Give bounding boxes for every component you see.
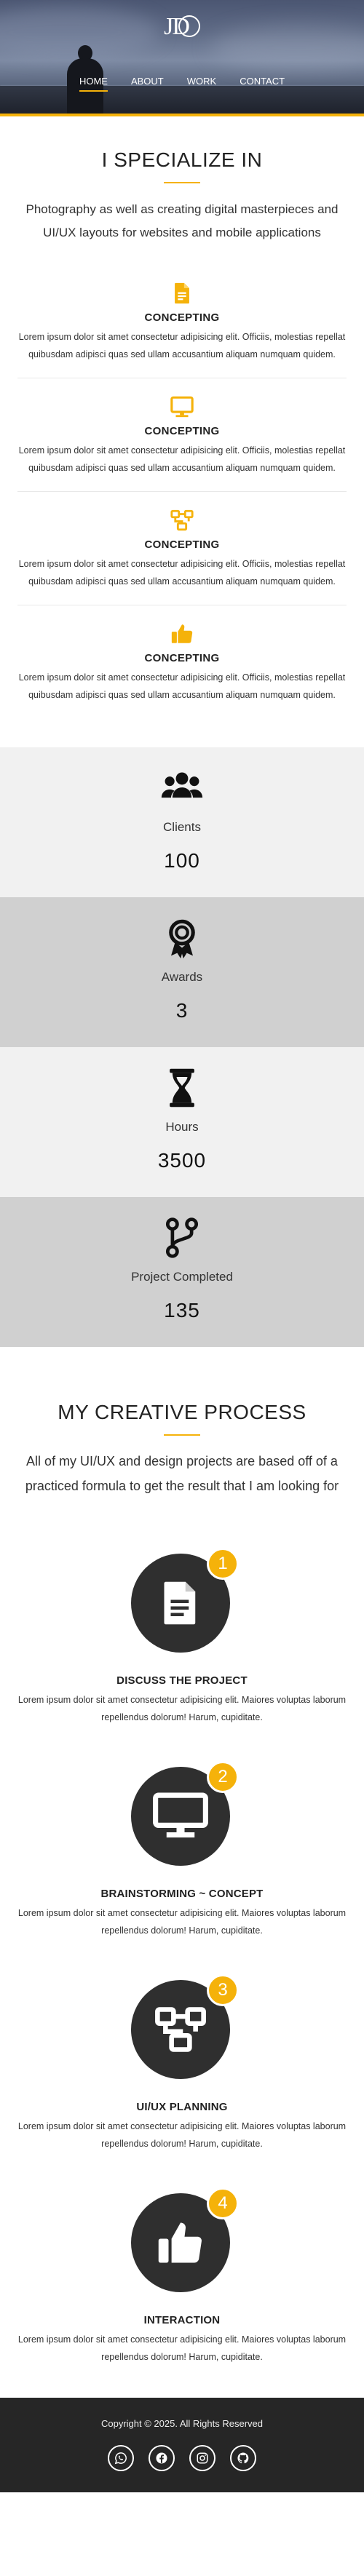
stat-block: Hours 3500 [0,1047,364,1197]
spec-title: CONCEPTING [144,311,220,324]
stat-block: Project Completed 135 [0,1197,364,1347]
monitor-icon [170,396,194,418]
whatsapp-icon [114,2452,127,2465]
section-subtitle: Photography as well as creating digital … [25,202,339,239]
document-icon [164,1581,196,1625]
spec-text: Lorem ipsum dolor sit amet consectetur a… [18,332,346,359]
hero-header: JD HOME ABOUT WORK CONTACT [0,0,364,116]
document-icon [175,282,189,304]
header-accent-line [0,114,364,116]
stat-value: 3 [175,999,189,1022]
step-number-badge: 4 [207,2187,239,2219]
process-step-title: DISCUSS THE PROJECT [116,1674,248,1687]
github-link[interactable] [230,2445,256,2471]
spec-text: Lorem ipsum dolor sit amet consectetur a… [18,559,346,587]
whatsapp-link[interactable] [108,2445,134,2471]
process-step-title: INTERACTION [143,2314,221,2326]
process-section: MY CREATIVE PROCESS All of my UI/UX and … [0,1347,364,2366]
stat-label: Clients [163,820,201,834]
site-footer: Copyright © 2025. All Rights Reserved [0,2398,364,2492]
step-number-badge: 3 [207,1974,239,2006]
section-title: MY CREATIVE PROCESS [58,1401,306,1423]
process-icon-wrap: 4 [131,2187,239,2292]
spec-text: Lorem ipsum dolor sit amet consectetur a… [18,672,346,700]
specialize-section: I SPECIALIZE IN Photography as well as c… [0,116,364,718]
nav-about[interactable]: ABOUT [119,76,175,87]
title-underline [164,182,200,183]
process-step: 2 BRAINSTORMING ~ CONCEPT Lorem ipsum do… [17,1761,347,1939]
flow-icon [155,2007,206,2052]
github-icon [237,2452,249,2464]
spec-text: Lorem ipsum dolor sit amet consectetur a… [18,445,346,473]
stat-block: Awards 3 [0,897,364,1047]
process-step-text: Lorem ipsum dolor sit amet consectetur a… [17,2121,347,2149]
main-nav: HOME ABOUT WORK CONTACT [0,76,364,92]
stat-label: Project Completed [131,1270,233,1284]
nav-home[interactable]: HOME [68,76,119,92]
process-step: 4 INTERACTION Lorem ipsum dolor sit amet… [17,2187,347,2366]
hero-ground [0,86,364,114]
process-step: 1 DISCUSS THE PROJECT Lorem ipsum dolor … [17,1548,347,1726]
logo-ring [178,15,200,38]
users-icon [161,772,203,798]
flow-icon [170,509,194,531]
process-step-text: Lorem ipsum dolor sit amet consectetur a… [17,1695,347,1722]
stat-label: Awards [161,970,203,984]
hourglass-icon [170,1068,194,1108]
step-number-badge: 2 [207,1761,239,1793]
instagram-link[interactable] [189,2445,215,2471]
step-number-badge: 1 [207,1548,239,1580]
process-step: 3 UI/UX PLANNING Lorem ipsum dolor sit a… [17,1974,347,2152]
thumbs-up-icon [171,624,193,643]
spec-title: CONCEPTING [144,652,220,664]
process-icon-wrap: 1 [131,1548,239,1653]
stat-value: 3500 [157,1149,207,1172]
spec-item: CONCEPTING Lorem ipsum dolor sit amet co… [17,605,347,718]
nav-work[interactable]: WORK [175,76,228,87]
spec-item: CONCEPTING Lorem ipsum dolor sit amet co… [17,265,347,378]
stat-block: Clients 100 [0,747,364,897]
monitor-icon [153,1792,208,1838]
stat-value: 100 [164,849,200,872]
spec-item: CONCEPTING Lorem ipsum dolor sit amet co… [17,492,347,605]
process-step-text: Lorem ipsum dolor sit amet consectetur a… [17,1908,347,1936]
site-logo[interactable]: JD [0,13,364,41]
process-icon-wrap: 2 [131,1761,239,1866]
hero-person-silhouette [67,58,103,116]
stat-value: 135 [164,1299,200,1321]
stat-label: Hours [165,1120,199,1134]
instagram-icon [197,2452,208,2464]
process-step-title: UI/UX PLANNING [136,2101,228,2113]
copyright-text: Copyright © 2025. All Rights Reserved [100,2418,264,2429]
code-branch-icon [165,1217,199,1258]
thumbs-up-icon [158,2222,202,2263]
process-step-title: BRAINSTORMING ~ CONCEPT [100,1888,264,1900]
facebook-link[interactable] [149,2445,175,2471]
section-subtitle: All of my UI/UX and design projects are … [25,1454,339,1493]
social-links [0,2445,364,2471]
section-title: I SPECIALIZE IN [101,148,263,171]
spec-title: CONCEPTING [144,425,220,437]
nav-contact[interactable]: CONTACT [228,76,296,87]
stats-section: Clients 100 Awards 3 Hours 3500 Project … [0,747,364,1347]
process-icon-wrap: 3 [131,1974,239,2079]
spec-item: CONCEPTING Lorem ipsum dolor sit amet co… [17,378,347,492]
facebook-icon [156,2452,167,2464]
award-icon [169,919,195,959]
process-step-text: Lorem ipsum dolor sit amet consectetur a… [17,2334,347,2362]
title-underline [164,1434,200,1436]
spec-title: CONCEPTING [144,538,220,551]
